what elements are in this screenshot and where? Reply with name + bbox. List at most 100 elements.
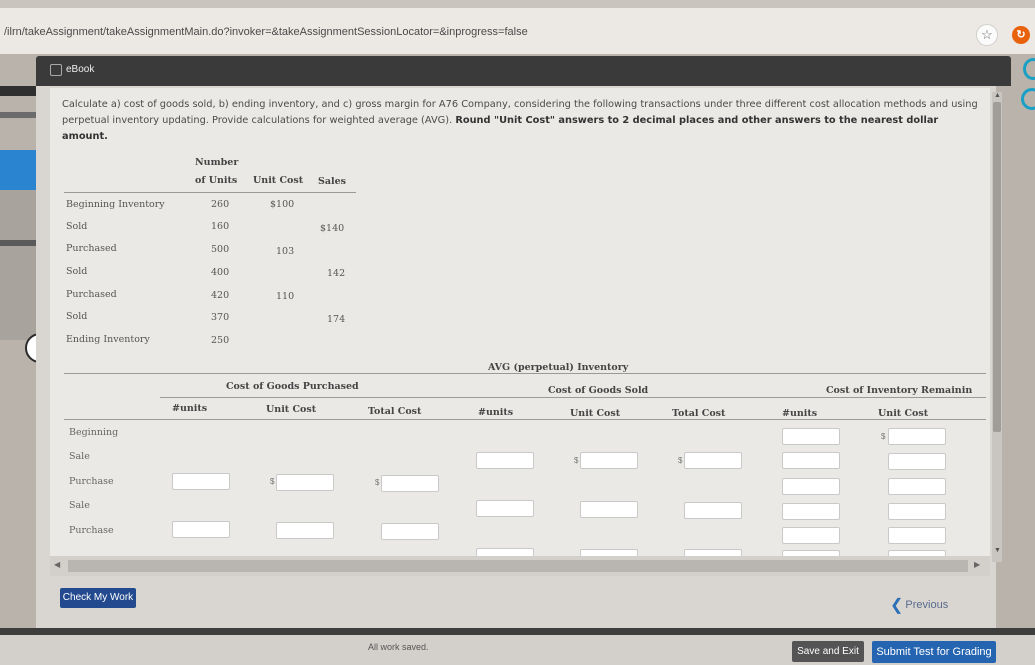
unit-cost-value: $100 [270, 199, 295, 210]
previous-button[interactable]: ❮ Previous [890, 595, 948, 615]
purchased-total-cost-input[interactable] [381, 523, 439, 540]
purchased-unit-cost-input[interactable] [276, 474, 334, 491]
scroll-thumb[interactable] [993, 102, 1001, 432]
address-bar[interactable]: /ilrn/takeAssignment/takeAssignmentMain.… [0, 8, 1035, 54]
units-value: 370 [211, 312, 230, 323]
remaining-units-input[interactable] [782, 452, 840, 469]
row-label-sale: Sale [69, 451, 90, 462]
previous-label: Previous [905, 599, 949, 611]
remaining-unit-cost-input[interactable] [888, 453, 946, 470]
row-label-purchase: Purchase [69, 476, 114, 487]
sidebar-item [0, 86, 36, 96]
row-label: Beginning Inventory [66, 199, 165, 210]
sidebar-item-active[interactable] [0, 150, 36, 190]
row-label: Purchased [66, 289, 117, 300]
units-value: 420 [211, 290, 230, 301]
header-rule [64, 419, 986, 420]
refresh-ring-icon [1023, 58, 1035, 80]
check-my-work-button[interactable]: Check My Work [60, 588, 136, 608]
dollar-sign: $ [574, 456, 579, 465]
col-unit-cost: Unit Cost [266, 404, 317, 415]
col-total-cost: Total Cost [672, 408, 726, 419]
sales-value: 174 [327, 314, 346, 325]
sales-value: 142 [327, 268, 346, 279]
row-label: Ending Inventory [66, 334, 150, 345]
ebook-header: eBook [36, 56, 1011, 86]
sales-value: $140 [320, 223, 345, 234]
group-sold: Cost of Goods Sold [548, 385, 649, 396]
scroll-right-icon[interactable]: ▶ [974, 560, 980, 569]
scroll-up-icon[interactable]: ▲ [994, 92, 1001, 99]
chevron-left-icon: ❮ [890, 597, 904, 614]
group-rule [160, 397, 986, 398]
header-unit-cost: Unit Cost [253, 175, 304, 186]
remaining-units-input[interactable] [782, 527, 840, 544]
sold-units-input[interactable] [476, 500, 534, 517]
remaining-units-input[interactable] [782, 478, 840, 495]
units-value: 500 [211, 244, 230, 255]
url-text[interactable]: /ilrn/takeAssignment/takeAssignmentMain.… [4, 26, 528, 38]
purchased-unit-cost-input[interactable] [276, 522, 334, 539]
col-unit-cost: Unit Cost [570, 408, 621, 419]
remaining-unit-cost-input[interactable] [888, 428, 946, 445]
row-label-purchase: Purchase [69, 525, 114, 536]
remaining-unit-cost-input[interactable] [888, 503, 946, 520]
remaining-unit-cost-input[interactable] [888, 478, 946, 495]
avg-table-title: AVG (perpetual) Inventory [488, 362, 629, 373]
dollar-sign: $ [375, 478, 380, 487]
save-and-exit-button[interactable]: Save and Exit [792, 641, 864, 662]
sold-total-cost-input[interactable] [684, 549, 742, 556]
modal-footer-edge [0, 628, 1035, 635]
scroll-left-icon[interactable]: ◀ [54, 560, 60, 569]
units-value: 400 [211, 267, 230, 278]
vertical-scrollbar[interactable]: ▲ ▼ [992, 92, 1002, 562]
remaining-units-input[interactable] [782, 503, 840, 520]
col-total-cost: Total Cost [368, 406, 422, 417]
ebook-tab[interactable]: eBook [66, 64, 94, 75]
scroll-thumb[interactable] [68, 560, 968, 572]
save-status: All work saved. [368, 642, 429, 652]
sold-unit-cost-input[interactable] [580, 501, 638, 518]
table-rule [64, 373, 986, 374]
sold-unit-cost-input[interactable] [580, 452, 638, 469]
question-content: Calculate a) cost of goods sold, b) endi… [50, 88, 990, 568]
sidebar-item [0, 240, 36, 246]
scroll-down-icon[interactable]: ▼ [994, 547, 1001, 554]
unit-cost-value: 110 [276, 291, 295, 302]
row-label: Sold [66, 266, 88, 277]
sold-unit-cost-input[interactable] [580, 549, 638, 556]
header-rule [64, 192, 356, 193]
sold-units-input[interactable] [476, 548, 534, 556]
sold-total-cost-input[interactable] [684, 452, 742, 469]
group-remaining: Cost of Inventory Remainin [826, 385, 973, 396]
purchased-units-input[interactable] [172, 521, 230, 538]
col-units: #units [478, 407, 514, 418]
purchased-units-input[interactable] [172, 473, 230, 490]
remaining-units-input[interactable] [782, 428, 840, 445]
book-icon[interactable] [50, 64, 62, 76]
star-icon[interactable]: ☆ [976, 24, 998, 46]
group-purchased: Cost of Goods Purchased [226, 381, 359, 392]
row-label: Sold [66, 221, 88, 232]
header-sales: Sales [318, 176, 347, 187]
remaining-unit-cost-input[interactable] [888, 527, 946, 544]
purchased-total-cost-input[interactable] [381, 475, 439, 492]
units-value: 250 [211, 335, 230, 346]
sidebar-panel [0, 190, 36, 340]
sold-units-input[interactable] [476, 452, 534, 469]
row-label: Sold [66, 311, 88, 322]
col-unit-cost: Unit Cost [878, 408, 929, 419]
col-units: #units [172, 403, 208, 414]
submit-test-button[interactable]: Submit Test for Grading [872, 641, 996, 663]
horizontal-scrollbar[interactable]: ◀ ▶ [50, 556, 990, 576]
ring-icon [1021, 88, 1035, 110]
unit-cost-value: 103 [276, 246, 295, 257]
row-label: Purchased [66, 243, 117, 254]
dollar-sign: $ [270, 477, 275, 486]
header-of-units: of Units [195, 175, 238, 186]
header-number: Number [195, 157, 239, 168]
dollar-sign: $ [678, 456, 683, 465]
extension-icon[interactable]: ↻ [1012, 26, 1030, 44]
sold-total-cost-input[interactable] [684, 502, 742, 519]
row-label-sale: Sale [69, 500, 90, 511]
